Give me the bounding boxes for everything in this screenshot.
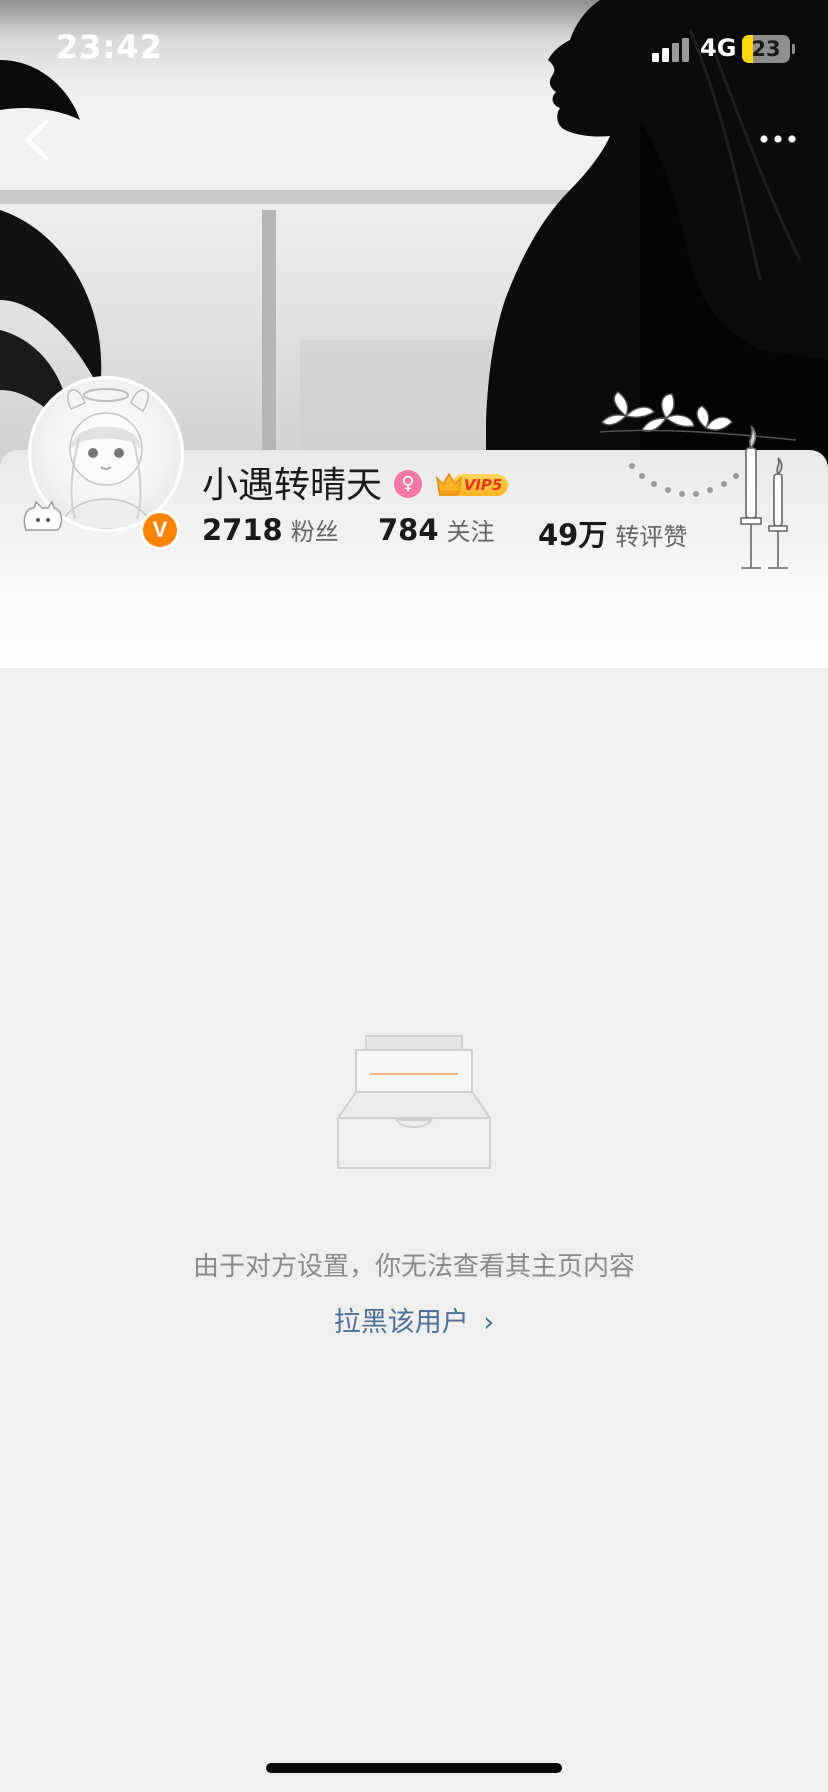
avatar-container[interactable]: V [22, 368, 192, 550]
likes-label: 转评赞 [615, 523, 688, 551]
profile-page: 23:42 4G 23 V 小遇转晴天 ♀ VIP5 2718 粉丝 784 关… [0, 0, 828, 1792]
likes-count: 49万 [538, 518, 608, 552]
followers-label: 粉丝 [290, 518, 339, 546]
block-user-link[interactable]: 拉黑该用户 › [0, 1300, 828, 1339]
stat-followers[interactable]: 2718 粉丝 [202, 512, 339, 547]
verified-badge: V [140, 510, 180, 550]
gender-female-icon: ♀ [394, 470, 422, 498]
crown-icon [435, 472, 463, 496]
sticker-cat-icon [23, 500, 63, 531]
following-count: 784 [378, 513, 439, 547]
battery-icon: 23 [742, 35, 790, 63]
profile-username: 小遇转晴天 [202, 465, 383, 506]
chevron-right-icon: › [483, 1307, 495, 1338]
status-bar: 23:42 4G 23 [0, 0, 828, 100]
status-time: 23:42 [56, 28, 163, 66]
block-user-label: 拉黑该用户 [333, 1307, 469, 1338]
following-label: 关注 [446, 518, 495, 546]
network-type: 4G [700, 34, 737, 62]
ellipsis-icon [760, 135, 796, 143]
stat-following[interactable]: 784 关注 [378, 512, 495, 547]
signal-strength-icon [652, 38, 689, 62]
decorative-flowers-candles [599, 391, 797, 569]
empty-inbox-icon [336, 1035, 492, 1169]
home-indicator[interactable] [266, 1763, 562, 1773]
followers-count: 2718 [202, 513, 283, 547]
stat-reposts-comments-likes[interactable]: 49万 转评赞 [538, 512, 687, 554]
empty-state-message: 由于对方设置，你无法查看其主页内容 [192, 1252, 635, 1282]
back-button[interactable] [18, 116, 58, 164]
chevron-left-icon [26, 120, 48, 160]
battery-level: 23 [751, 37, 781, 61]
vip-badge[interactable]: VIP5 [434, 470, 510, 498]
battery-cap [792, 44, 795, 54]
more-options-button[interactable] [756, 124, 800, 154]
